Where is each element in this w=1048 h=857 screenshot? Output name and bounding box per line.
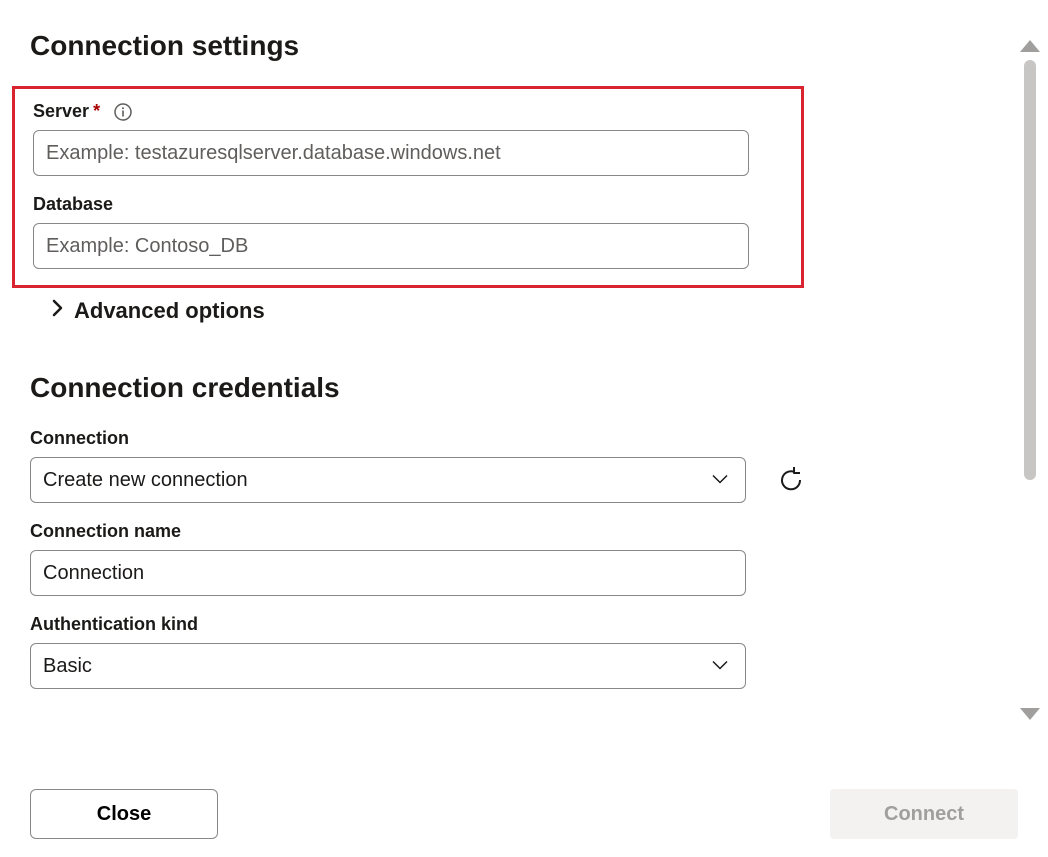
connection-dropdown[interactable]: Create new connection (30, 457, 746, 503)
connect-button[interactable]: Connect (830, 789, 1018, 839)
info-icon[interactable] (114, 103, 132, 121)
auth-kind-label: Authentication kind (30, 614, 970, 635)
close-button[interactable]: Close (30, 789, 218, 839)
server-label-text: Server (33, 101, 89, 122)
auth-kind-label-text: Authentication kind (30, 614, 198, 635)
chevron-down-icon (711, 655, 729, 678)
database-input[interactable] (33, 223, 749, 269)
database-label: Database (33, 194, 789, 215)
chevron-right-icon (52, 299, 64, 323)
connection-name-field-group: Connection name (30, 521, 970, 596)
auth-kind-dropdown-value: Basic (43, 655, 92, 678)
database-field-group: Database (15, 194, 789, 269)
footer: Close Connect (30, 789, 1018, 839)
scroll-up-icon[interactable] (1020, 40, 1040, 52)
connection-settings-heading: Connection settings (30, 30, 970, 62)
server-label: Server * (33, 101, 789, 122)
highlight-box: Server * Database (12, 86, 804, 288)
connection-dropdown-value: Create new connection (43, 469, 248, 492)
scroll-down-icon[interactable] (1020, 708, 1040, 720)
chevron-down-icon (711, 469, 729, 492)
connection-field-group: Connection Create new connection (30, 428, 970, 503)
auth-kind-dropdown[interactable]: Basic (30, 643, 746, 689)
connection-label-text: Connection (30, 428, 129, 449)
server-field-group: Server * (15, 101, 789, 176)
database-label-text: Database (33, 194, 113, 215)
scrollbar[interactable] (1016, 40, 1044, 480)
refresh-icon[interactable] (776, 465, 806, 495)
connection-name-label: Connection name (30, 521, 970, 542)
server-input[interactable] (33, 130, 749, 176)
connection-label: Connection (30, 428, 970, 449)
auth-kind-field-group: Authentication kind Basic (30, 614, 970, 689)
advanced-options-toggle[interactable]: Advanced options (52, 298, 970, 324)
scrollbar-thumb[interactable] (1024, 60, 1036, 480)
connection-name-label-text: Connection name (30, 521, 181, 542)
required-asterisk: * (93, 101, 100, 122)
advanced-options-label: Advanced options (74, 298, 265, 324)
connection-credentials-heading: Connection credentials (30, 372, 970, 404)
connection-name-input[interactable] (30, 550, 746, 596)
